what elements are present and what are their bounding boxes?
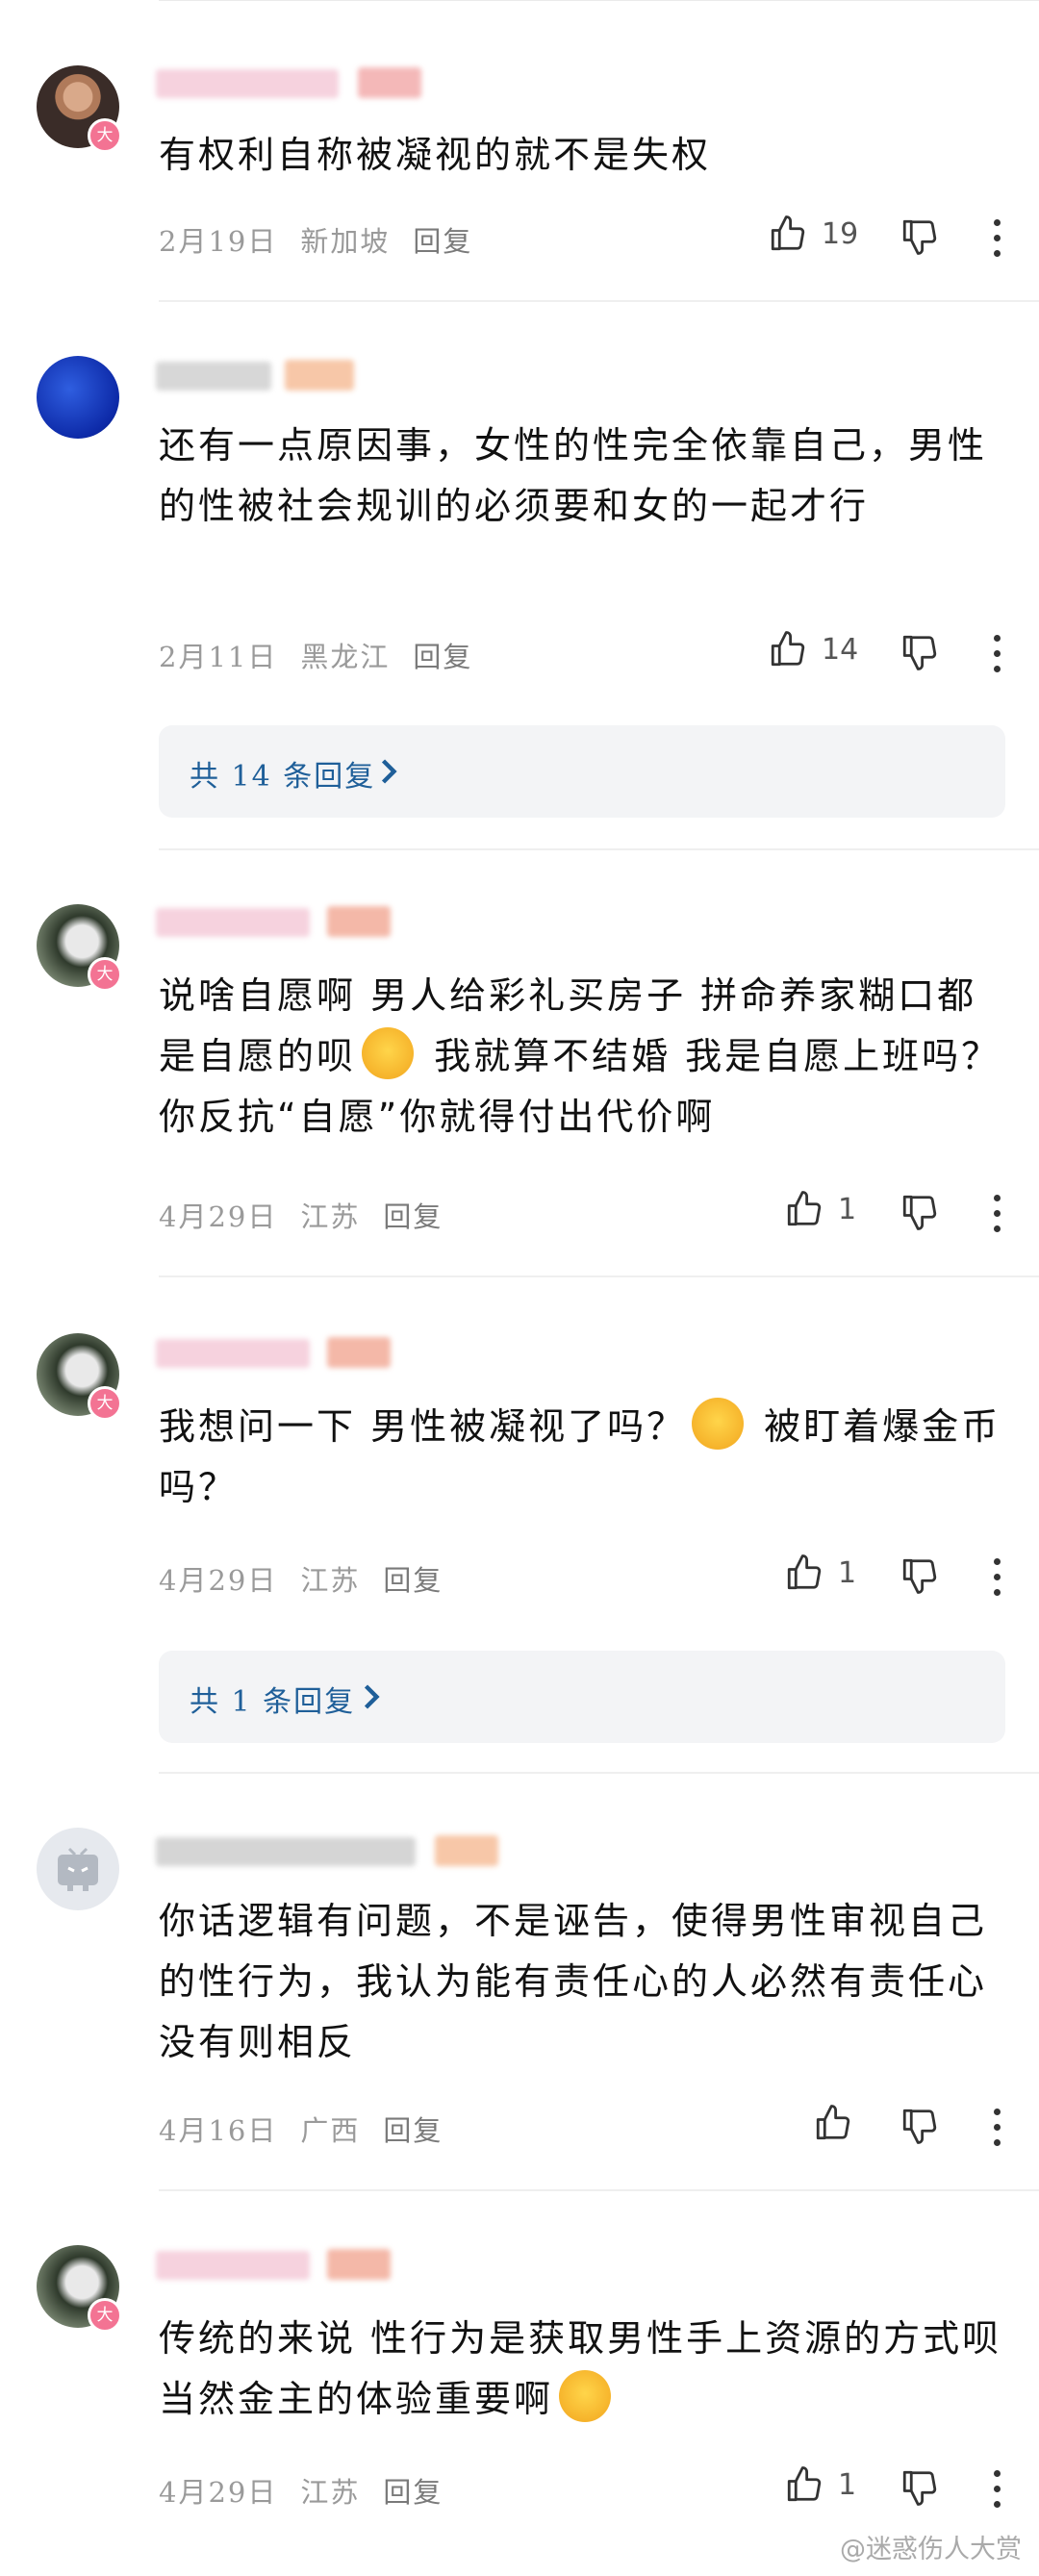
username-blurred[interactable] <box>156 1837 416 1866</box>
thumbs-up-icon <box>771 631 805 667</box>
comment-date: 4月16日 <box>159 2114 278 2147</box>
thumbs-up-icon <box>787 1554 822 1590</box>
like-button[interactable]: 1 <box>784 1189 856 1229</box>
thumbs-up-icon <box>787 2466 822 2502</box>
comment-meta: 4月16日 广西 回复 <box>159 2109 443 2149</box>
comment-text: 传统的来说 性行为是获取男性手上资源的方式呗 当然金主的体验重要啊 <box>159 2309 1010 2430</box>
thumbs-up-icon <box>816 2105 850 2140</box>
badge-da: 大 <box>88 118 122 153</box>
badge-da: 大 <box>88 1386 122 1421</box>
divider <box>159 1772 1039 1774</box>
like-button[interactable]: 1 <box>784 2464 856 2505</box>
reply-button[interactable]: 回复 <box>383 1564 443 1597</box>
thumbs-down-icon[interactable] <box>900 2106 940 2146</box>
divider <box>159 848 1039 850</box>
like-count: 14 <box>822 632 859 667</box>
reply-button[interactable]: 回复 <box>383 1200 443 1233</box>
level-tag-blurred <box>435 1835 498 1866</box>
thumbs-down-icon[interactable] <box>900 632 940 672</box>
more-options-icon[interactable] <box>994 635 1001 681</box>
comment-text: 说啥自愿啊 男人给彩礼买房子 拼命养家糊口都是自愿的呗 我就算不结婚 我是自愿上… <box>159 966 1010 1148</box>
replies-label: 共 14 条回复 <box>190 760 376 794</box>
comment-meta: 4月29日 江苏 回复 <box>159 1195 443 1235</box>
level-tag-blurred <box>358 67 421 98</box>
thumbs-down-icon[interactable] <box>900 1192 940 1232</box>
more-options-icon[interactable] <box>994 2109 1001 2155</box>
like-button[interactable] <box>813 2103 853 2143</box>
comment-location: 广西 <box>300 2114 361 2147</box>
view-replies-button[interactable]: 共 14 条回复 <box>159 725 1005 818</box>
comment-location: 新加坡 <box>300 225 391 258</box>
divider <box>159 300 1039 302</box>
avatar[interactable] <box>37 1828 119 1910</box>
chevron-right-icon <box>364 1684 380 1709</box>
like-button[interactable]: 1 <box>784 1553 856 1593</box>
comment-location: 黑龙江 <box>300 641 391 673</box>
top-divider <box>159 0 1039 1</box>
divider <box>159 2189 1039 2191</box>
like-count: 1 <box>838 1192 857 1226</box>
watermark: @迷惑伤人大赏 <box>840 2535 1022 2564</box>
thumbs-down-icon[interactable] <box>900 2467 940 2508</box>
comment-date: 2月11日 <box>159 641 278 673</box>
comment-date: 4月29日 <box>159 1200 278 1233</box>
username-blurred[interactable] <box>156 69 339 98</box>
grinning-squint-emoji <box>559 2369 612 2422</box>
username-blurred[interactable] <box>156 2251 310 2280</box>
badge-da: 大 <box>88 957 122 992</box>
comment-location: 江苏 <box>300 1564 361 1597</box>
avatar[interactable] <box>37 356 119 439</box>
comment-meta: 2月19日 新加坡 回复 <box>159 219 472 260</box>
level-tag-blurred <box>327 1337 391 1368</box>
comment-meta: 4月29日 江苏 回复 <box>159 2470 443 2511</box>
like-button[interactable]: 19 <box>768 214 858 254</box>
username-blurred[interactable] <box>156 908 310 937</box>
comment-meta: 2月11日 黑龙江 回复 <box>159 635 472 675</box>
replies-label: 共 1 条回复 <box>190 1685 356 1719</box>
comment-date: 2月19日 <box>159 225 278 258</box>
comment-location: 江苏 <box>300 1200 361 1233</box>
comment-text: 我想问一下 男性被凝视了吗？ 被盯着爆金币吗？ <box>159 1397 1010 1518</box>
username-blurred[interactable] <box>156 362 271 391</box>
more-options-icon[interactable] <box>994 1558 1001 1604</box>
like-count: 19 <box>822 216 859 251</box>
comment-text: 还有一点原因事，女性的性完全依靠自己，男性的性被社会规训的必须要和女的一起才行 <box>159 424 988 527</box>
comment-date: 4月29日 <box>159 2476 278 2509</box>
username-blurred[interactable] <box>156 1339 310 1368</box>
like-count: 1 <box>838 1555 857 1590</box>
thumbs-down-icon[interactable] <box>900 216 940 257</box>
comment-text: 有权利自称被凝视的就不是失权 <box>159 134 712 176</box>
reply-button[interactable]: 回复 <box>413 641 472 673</box>
badge-da: 大 <box>88 2298 122 2333</box>
like-button[interactable]: 14 <box>768 629 858 669</box>
level-tag-blurred <box>327 2249 391 2280</box>
view-replies-button[interactable]: 共 1 条回复 <box>159 1651 1005 1743</box>
thumbs-up-icon <box>771 215 805 251</box>
divider <box>159 1275 1039 1277</box>
default-tv-avatar-icon <box>58 1847 98 1891</box>
more-options-icon[interactable] <box>994 219 1001 265</box>
reply-button[interactable]: 回复 <box>383 2114 443 2147</box>
reply-button[interactable]: 回复 <box>383 2476 443 2509</box>
comment-date: 4月29日 <box>159 1564 278 1597</box>
level-tag-blurred <box>327 906 391 937</box>
comment-text-part1: 我想问一下 男性被凝视了吗？ <box>159 1405 687 1448</box>
thumbs-down-icon[interactable] <box>900 1555 940 1596</box>
chevron-right-icon <box>381 759 397 784</box>
level-tag-blurred <box>285 360 354 391</box>
comment-location: 江苏 <box>300 2476 361 2509</box>
reply-button[interactable]: 回复 <box>413 225 472 258</box>
grinning-squint-emoji <box>692 1397 745 1450</box>
yawning-face-emoji <box>362 1026 415 1079</box>
more-options-icon[interactable] <box>994 1195 1001 1241</box>
thumbs-up-icon <box>787 1191 822 1226</box>
comment-meta: 4月29日 江苏 回复 <box>159 1558 443 1599</box>
more-options-icon[interactable] <box>994 2470 1001 2516</box>
like-count: 1 <box>838 2467 857 2502</box>
comment-text: 你话逻辑有问题，不是诬告，使得男性审视自己的性行为，我认为能有责任心的人必然有责… <box>159 1900 988 2063</box>
